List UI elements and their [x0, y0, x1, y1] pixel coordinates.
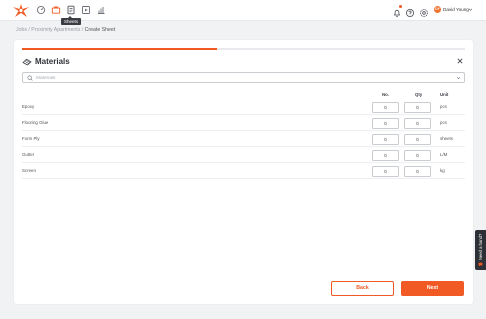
no-input[interactable]	[372, 166, 399, 177]
next-button[interactable]: Next	[401, 281, 464, 296]
material-unit: pcs	[440, 120, 447, 125]
material-name: Screen	[22, 168, 36, 173]
breadcrumb-item-jobs[interactable]: Jobs	[16, 27, 27, 33]
notification-dot	[399, 5, 402, 8]
top-navigation-bar: Sheets DY David Young	[0, 0, 486, 25]
dashboard-icon[interactable]	[36, 5, 46, 15]
breadcrumb-item-project[interactable]: Proximity Apartments	[31, 27, 80, 33]
no-input[interactable]	[372, 150, 399, 161]
column-header-unit: Unit	[440, 92, 449, 97]
column-header-no: No.	[382, 92, 389, 97]
need-a-hand-label: Need a hand?	[478, 233, 483, 261]
company-logo[interactable]	[12, 3, 30, 18]
column-header-qty: Qty	[415, 92, 423, 97]
material-unit: kg	[440, 168, 445, 173]
no-input[interactable]	[372, 134, 399, 145]
material-row: Gutter L/M	[22, 148, 465, 163]
no-input[interactable]	[372, 102, 399, 113]
materials-search[interactable]	[22, 72, 465, 83]
material-name: Flooring Glue	[22, 120, 49, 125]
material-unit: pcs	[440, 104, 447, 109]
material-row: Screen kg	[22, 164, 465, 179]
search-icon	[27, 75, 33, 81]
chat-icon	[478, 262, 483, 267]
sheets-icon[interactable]	[66, 5, 76, 15]
material-unit: L/M	[440, 152, 448, 157]
materials-dialog: Materials No. Qty Unit Epoxy pcs Floorin…	[14, 40, 473, 304]
avatar[interactable]: DY	[434, 6, 441, 13]
breadcrumb: Jobs / Proximity Apartments / Create She…	[16, 27, 115, 34]
media-icon[interactable]	[81, 5, 91, 15]
bell-icon[interactable]	[392, 5, 402, 17]
chevron-down-icon[interactable]	[456, 76, 461, 80]
search-input[interactable]	[36, 74, 446, 82]
user-name[interactable]: David Young	[443, 6, 469, 13]
qty-input[interactable]	[404, 134, 431, 145]
reports-icon[interactable]	[96, 5, 106, 15]
material-row: Epoxy pcs	[22, 100, 465, 115]
qty-input[interactable]	[404, 150, 431, 161]
back-button[interactable]: Back	[331, 281, 394, 296]
material-name: Epoxy	[22, 104, 35, 109]
qty-input[interactable]	[404, 118, 431, 129]
chevron-down-icon[interactable]	[468, 7, 473, 12]
wizard-progress-bar	[22, 48, 465, 50]
sheets-tooltip: Sheets	[61, 16, 82, 25]
no-input[interactable]	[372, 118, 399, 129]
qty-input[interactable]	[404, 166, 431, 177]
breadcrumb-current: Create Sheet	[84, 27, 116, 33]
materials-icon	[22, 58, 32, 66]
material-name: Gutter	[22, 152, 35, 157]
settings-icon[interactable]	[419, 5, 429, 17]
dialog-title: Materials	[35, 57, 70, 66]
help-icon[interactable]	[405, 5, 415, 17]
wizard-progress-fill	[22, 48, 217, 50]
material-unit: sheets	[440, 136, 453, 141]
material-row: Form Ply sheets	[22, 132, 465, 147]
need-a-hand-tab[interactable]: Need a hand?	[475, 230, 486, 270]
material-name: Form Ply	[22, 136, 40, 141]
qty-input[interactable]	[404, 102, 431, 113]
close-icon[interactable]	[457, 58, 463, 64]
dialog-header: Materials	[22, 57, 70, 67]
jobs-icon[interactable]	[51, 5, 61, 15]
material-row: Flooring Glue pcs	[22, 116, 465, 131]
